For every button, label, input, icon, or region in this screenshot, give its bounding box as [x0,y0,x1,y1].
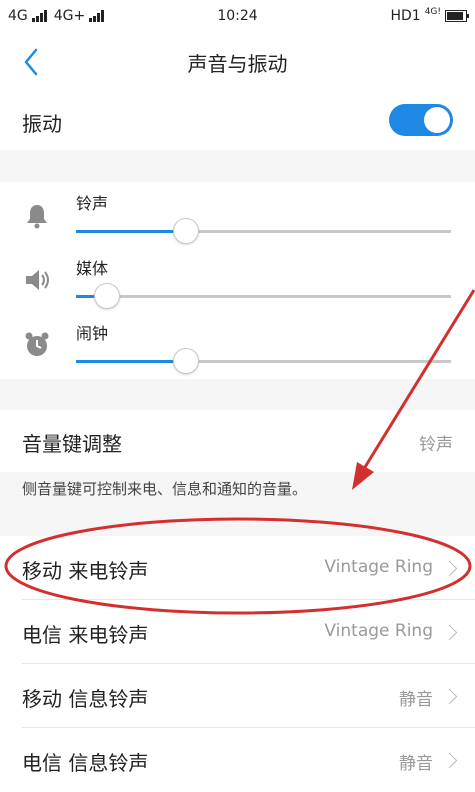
ringtone-slider-fill [76,230,185,233]
ringtone-volume: 铃声 [0,182,475,247]
ringtone-row-1[interactable]: 移动 来电铃声 Vintage Ring [0,536,475,600]
volume-key-value: 铃声 [419,435,453,455]
ringtone-row-value: Vintage Ring [324,557,433,577]
media-slider[interactable] [76,283,451,309]
hd-label: HD1 [390,8,421,24]
media-volume: 媒体 [0,247,475,312]
chevron-right-icon [441,688,458,705]
alarm-slider-thumb[interactable] [172,348,199,374]
status-bar: 4G 4G+ 10:24 HD1 4G! [0,0,475,32]
alarm-label: 闹钟 [76,324,109,343]
network-3-label: 4G! [424,7,441,17]
ringtone-row-value: Vintage Ring [324,621,433,641]
ringtone-row-4[interactable]: 电信 信息铃声 静音 [0,728,475,792]
volume-key-note: 侧音量键可控制来电、信息和通知的音量。 [22,480,308,498]
status-right: HD1 4G! [390,7,469,24]
page-title: 声音与振动 [187,52,288,76]
ringtone-slider[interactable] [76,218,451,244]
chevron-right-icon [441,752,458,769]
bell-icon [27,205,47,229]
ringtone-label: 铃声 [76,194,109,213]
chevron-right-icon [441,560,458,577]
ringtone-row-value: 静音 [399,754,433,774]
vibration-row: 振动 [0,92,475,150]
ringtone-row-3[interactable]: 移动 信息铃声 静音 [0,664,475,728]
volume-key-row[interactable]: 音量键调整 铃声 [0,410,475,472]
ringtone-row-label: 移动 来电铃声 [22,559,149,583]
vibration-label: 振动 [22,112,62,136]
nav-bar: 声音与振动 [0,32,475,92]
volume-section: 铃声 媒体 闹钟 [0,182,475,379]
ringtone-slider-thumb[interactable] [172,218,199,244]
battery-icon [445,10,469,22]
speaker-icon [26,270,49,290]
alarm-clock-icon [25,332,49,356]
volume-key-label: 音量键调整 [22,432,122,456]
chevron-right-icon [441,624,458,641]
alarm-slider-fill [76,360,185,363]
media-label: 媒体 [76,259,109,278]
alarm-slider[interactable] [76,348,451,374]
ringtone-row-value: 静音 [399,690,433,710]
vibration-toggle[interactable] [389,104,453,136]
ringtone-row-label: 电信 来电铃声 [22,623,149,647]
ringtone-row-label: 移动 信息铃声 [22,687,149,711]
ringtone-row-label: 电信 信息铃声 [22,751,149,775]
alarm-volume: 闹钟 [0,312,475,377]
ringtone-row-2[interactable]: 电信 来电铃声 Vintage Ring [0,600,475,664]
media-slider-thumb[interactable] [94,283,120,309]
